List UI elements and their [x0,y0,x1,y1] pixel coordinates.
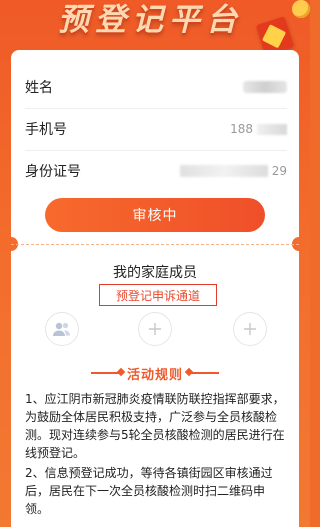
page: 预登记平台 姓名 手机号 188 身份证号 29 审核中 我的家庭成员 预登记申… [0,0,310,527]
plus-icon [149,323,161,335]
phone-row: 手机号 188 [25,108,287,151]
family-title: 我的家庭成员 [113,265,197,281]
people-icon [53,322,70,336]
id-suffix: 29 [271,164,287,178]
name-value-masked [243,81,287,93]
phone-label: 手机号 [25,122,67,138]
add-member-button[interactable] [138,312,172,346]
add-member-button[interactable] [233,312,267,346]
phone-value: 188 [230,122,287,136]
phone-prefix: 188 [230,122,253,136]
id-label: 身份证号 [25,164,81,180]
appeal-channel-button[interactable]: 预登记申诉通道 [99,284,217,306]
name-label: 姓名 [25,80,53,96]
id-mask [179,165,268,177]
name-row: 姓名 [25,66,287,109]
coin-icon [292,0,310,18]
page-title: 预登记平台 [58,2,243,38]
dashed-divider [11,244,299,245]
plus-icon [244,323,256,335]
family-member-avatar[interactable] [45,312,79,346]
family-members [11,312,299,352]
rules-heading: 活动规则 [11,364,299,383]
phone-mask [257,123,287,135]
review-status-button[interactable]: 审核中 [45,198,265,232]
id-row: 身份证号 29 [25,150,287,192]
rules-right-ornament [189,372,219,374]
rules-left-ornament [90,372,121,374]
rule-item-1: 1、应江阴市新冠肺炎疫情联防联控指挥部要求，为鼓励全体居民积极支持，广泛参与全员… [25,392,285,460]
rules-title: 活动规则 [126,367,183,383]
registration-card: 姓名 手机号 188 身份证号 29 审核中 我的家庭成员 预登记申诉通道 活动… [4,50,306,527]
id-value: 29 [179,164,287,178]
rule-item-2: 2、信息预登记成功，等待各镇街园区审核通过后，居民在下一次全员核酸检测时扫二维码… [25,466,273,516]
